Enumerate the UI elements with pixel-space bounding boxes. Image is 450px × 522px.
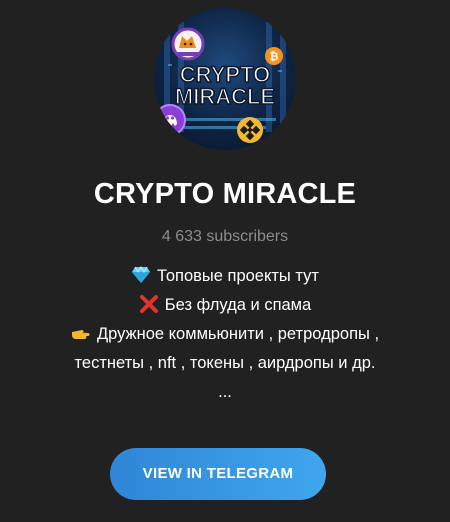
channel-title: CRYPTO MIRACLE: [93, 178, 357, 210]
subscriber-count: 4 633 subscribers: [161, 228, 289, 245]
avatar-text-line2: MIRACLE: [175, 84, 275, 109]
channel-preview-card: CRYPTO MIRACLE ₿ CRYPTO MIRACLE 4 633 su…: [0, 0, 450, 522]
shiba-coin-icon: [171, 27, 205, 61]
description-line-2: Без флуда и спама: [20, 291, 430, 320]
description-text-3: Дружное коммьюнити , ретродропы ,: [96, 325, 380, 343]
svg-text:₿: ₿: [270, 51, 279, 63]
cross-mark-icon: [139, 295, 159, 313]
channel-avatar: CRYPTO MIRACLE ₿: [154, 8, 296, 150]
bitcoin-icon: ₿: [265, 47, 283, 65]
binance-coin-icon: [237, 117, 263, 143]
channel-description: Топовые проекты тут Без флуда и спама Др…: [20, 262, 430, 407]
description-line-5: ...: [218, 383, 232, 401]
description-line-3: Дружное коммьюнити , ретродропы ,: [20, 320, 430, 349]
description-line-1: Топовые проекты тут: [20, 262, 430, 291]
description-text-2: Без флуда и спама: [164, 296, 312, 314]
avatar-artwork: CRYPTO MIRACLE ₿: [154, 22, 286, 143]
pointing-hand-icon: [71, 324, 91, 342]
view-in-telegram-button[interactable]: VIEW IN TELEGRAM: [110, 448, 326, 500]
purple-token-icon: [154, 104, 186, 136]
diamond-icon: [131, 266, 151, 284]
description-line-4: тестнеты , nft , токены , аирдропы и др.: [74, 354, 376, 372]
description-text-1: Топовые проекты тут: [157, 267, 319, 285]
